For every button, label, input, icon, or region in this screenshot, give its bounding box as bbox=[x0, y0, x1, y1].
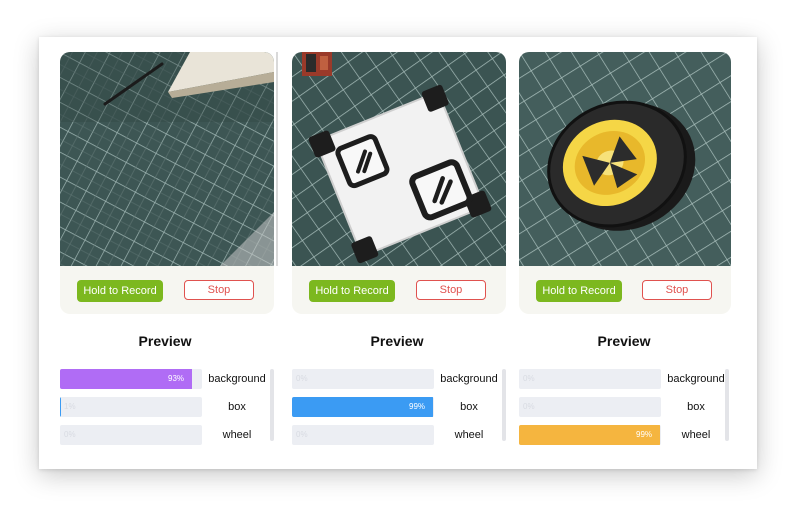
capture-scrollbar[interactable] bbox=[276, 52, 278, 266]
class-label: wheel bbox=[454, 429, 484, 441]
webcam-feed bbox=[519, 52, 731, 266]
prediction-row-background: 93% background bbox=[60, 369, 278, 389]
prediction-row-background: 0% background bbox=[519, 369, 737, 389]
confidence-value: 0% bbox=[523, 374, 535, 383]
confidence-track bbox=[292, 369, 434, 389]
class-label: box bbox=[228, 401, 246, 413]
capture-box: Hold to Record Stop bbox=[519, 52, 731, 314]
prediction-row-box: 0% box bbox=[519, 397, 737, 417]
confidence-value: 0% bbox=[64, 430, 76, 439]
preview-title: Preview bbox=[597, 333, 651, 349]
preview-title: Preview bbox=[138, 333, 192, 349]
preview-title: Preview bbox=[370, 333, 424, 349]
hold-to-record-button[interactable]: Hold to Record bbox=[77, 280, 163, 302]
confidence-track bbox=[292, 425, 434, 445]
capture-box: Hold to Record Stop bbox=[292, 52, 506, 314]
class-label: box bbox=[460, 401, 478, 413]
confidence-track bbox=[519, 397, 661, 417]
prediction-row-wheel: 0% wheel bbox=[292, 425, 510, 445]
class-label: wheel bbox=[222, 429, 252, 441]
classifier-card: Hold to Record Stop Preview 93% backgrou… bbox=[39, 37, 757, 469]
class-label: wheel bbox=[681, 429, 711, 441]
webcam-feed bbox=[292, 52, 506, 266]
confidence-track bbox=[519, 369, 661, 389]
confidence-value: 99% bbox=[636, 430, 653, 439]
prediction-row-box: 1% box bbox=[60, 397, 278, 417]
class-label: background bbox=[440, 373, 498, 385]
confidence-track bbox=[60, 397, 202, 417]
preview-scrollbar[interactable] bbox=[725, 369, 729, 441]
class-label: background bbox=[667, 373, 725, 385]
webcam-feed bbox=[60, 52, 274, 266]
prediction-row-box: 99% box bbox=[292, 397, 510, 417]
confidence-value: 1% bbox=[64, 402, 76, 411]
hold-to-record-button[interactable]: Hold to Record bbox=[309, 280, 395, 302]
confidence-value: 0% bbox=[296, 374, 308, 383]
class-label: background bbox=[208, 373, 266, 385]
confidence-fill bbox=[60, 397, 61, 417]
confidence-value: 0% bbox=[523, 402, 535, 411]
confidence-value: 0% bbox=[296, 430, 308, 439]
preview-scrollbar[interactable] bbox=[270, 369, 274, 441]
stop-button[interactable]: Stop bbox=[184, 280, 254, 300]
stop-button[interactable]: Stop bbox=[642, 280, 712, 300]
capture-box: Hold to Record Stop bbox=[60, 52, 274, 314]
preview-scrollbar[interactable] bbox=[502, 369, 506, 441]
prediction-row-wheel: 0% wheel bbox=[60, 425, 278, 445]
hold-to-record-button[interactable]: Hold to Record bbox=[536, 280, 622, 302]
stop-button[interactable]: Stop bbox=[416, 280, 486, 300]
confidence-value: 99% bbox=[409, 402, 426, 411]
confidence-track bbox=[60, 425, 202, 445]
confidence-value: 93% bbox=[168, 374, 185, 383]
prediction-row-wheel: 99% wheel bbox=[519, 425, 737, 445]
class-label: box bbox=[687, 401, 705, 413]
prediction-row-background: 0% background bbox=[292, 369, 510, 389]
